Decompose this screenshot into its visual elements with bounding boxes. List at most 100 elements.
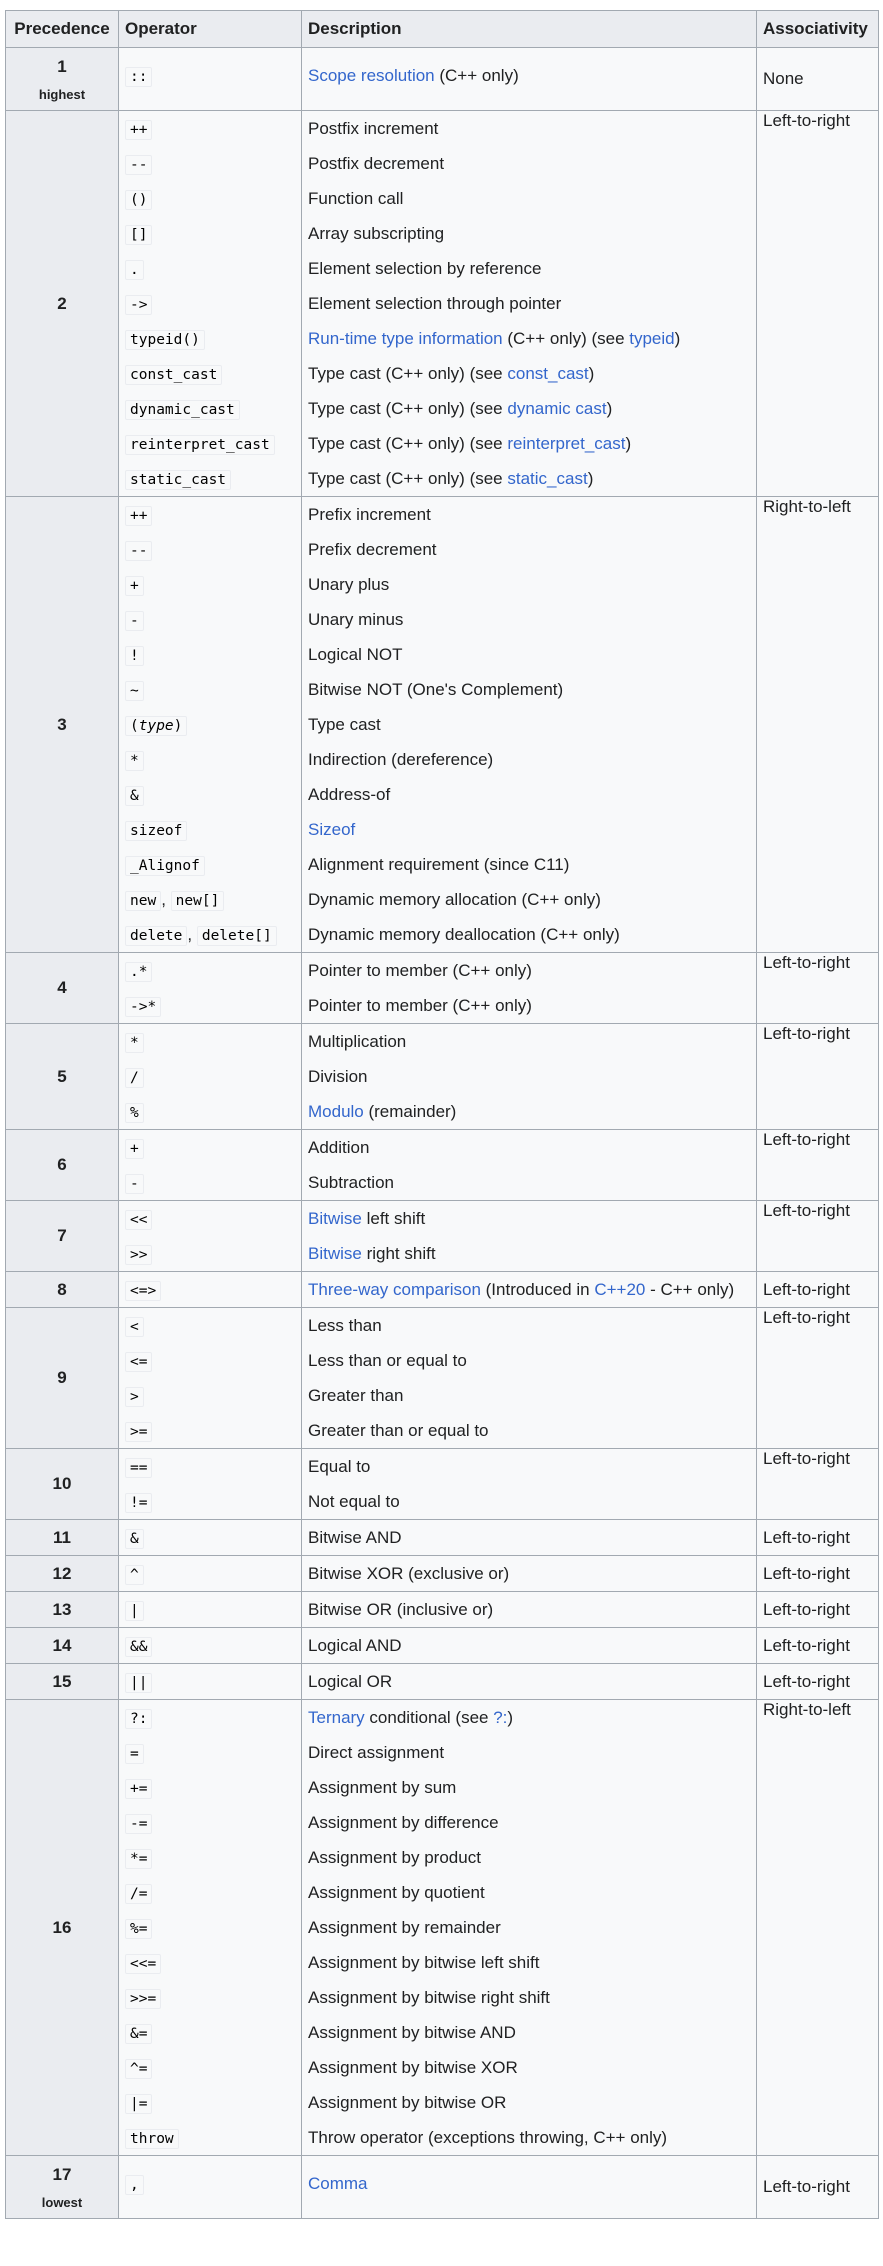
operator-code: == <box>125 1458 153 1478</box>
description-line: Dynamic memory allocation (C++ only) <box>308 890 601 909</box>
description-link[interactable]: Bitwise <box>308 1244 362 1263</box>
precedence-cell: 12 <box>5 1555 119 1592</box>
operator-line: -- <box>125 146 295 181</box>
operator-line: || <box>125 1664 295 1699</box>
description-link[interactable]: C++20 <box>594 1280 645 1299</box>
associativity-cell: Left-to-right <box>756 1023 879 1130</box>
precedence-number: 8 <box>57 1279 67 1299</box>
operator-code: (type) <box>125 716 188 736</box>
operator-code: ^= <box>125 2059 153 2079</box>
associativity-cell: Left-to-right <box>756 1129 879 1201</box>
description-link[interactable]: Modulo <box>308 1102 364 1121</box>
description-line: Three-way comparison (Introduced in C++2… <box>308 1280 735 1299</box>
associativity-cell: Right-to-left <box>756 496 879 953</box>
precedence-number: 4 <box>57 978 67 997</box>
description-line: Equal to <box>308 1457 371 1476</box>
operator-code: | <box>125 1601 144 1621</box>
description-link[interactable]: ?: <box>493 1708 507 1727</box>
operator-line: (type) <box>125 707 295 742</box>
description-line: Assignment by difference <box>308 1813 499 1832</box>
description-line: Function call <box>308 189 404 208</box>
description-link[interactable]: dynamic cast <box>507 399 606 418</box>
operator-code: typeid() <box>125 330 205 350</box>
operator-cell: , <box>118 2155 302 2219</box>
description-line: Type cast (C++ only) (see dynamic cast) <box>308 399 613 418</box>
description-link[interactable]: const_cast <box>507 364 588 383</box>
operator-cell: && <box>118 1627 302 1664</box>
operator-code: <=> <box>125 1281 162 1301</box>
description-link[interactable]: Scope resolution <box>308 66 435 85</box>
precedence-cell: 7 <box>5 1200 119 1272</box>
precedence-cell: 14 <box>5 1627 119 1664</box>
table-row: 7 << >> Bitwise left shift Bitwise right shi… <box>5 1200 879 1272</box>
description-cell: Bitwise XOR (exclusive or) <box>301 1555 757 1592</box>
description-line: Indirection (dereference) <box>308 750 494 769</box>
description-line: Less than <box>308 1316 382 1335</box>
precedence-cell: 4 <box>5 952 119 1024</box>
description-link[interactable]: Sizeof <box>308 820 355 839</box>
operator-line: , <box>125 2156 295 2212</box>
operator-line: << <box>125 1201 295 1236</box>
description-link[interactable]: typeid <box>629 329 674 348</box>
description-line: Dynamic memory deallocation (C++ only) <box>308 925 620 944</box>
operator-code: = <box>125 1744 144 1764</box>
operator-code: () <box>125 190 153 210</box>
operator-code: . <box>125 260 144 280</box>
operator-line: -= <box>125 1805 295 1840</box>
precedence-number: 5 <box>57 1066 67 1086</box>
associativity-cell: Left-to-right <box>756 1663 879 1700</box>
description-line: Assignment by bitwise XOR <box>308 2058 518 2077</box>
associativity-cell: Left-to-right <box>756 1519 879 1556</box>
operator-line: + <box>125 567 295 602</box>
description-cell: Logical AND <box>301 1627 757 1664</box>
operator-line: |= <box>125 2085 295 2120</box>
associativity-cell: Left-to-right <box>756 1271 879 1308</box>
header-associativity[interactable]: Associativity <box>756 10 879 48</box>
precedence-cell: 2 <box>5 110 119 497</box>
table-row: 12 ^ Bitwise XOR (exclusive or) Left-to-rig… <box>5 1555 879 1592</box>
precedence-cell: 5 <box>5 1023 119 1130</box>
header-precedence[interactable]: Precedence <box>5 10 119 48</box>
description-line: Throw operator (exceptions throwing, C++… <box>308 2128 668 2147</box>
precedence-number: 10 <box>52 1474 72 1493</box>
operator-line: ! <box>125 637 295 672</box>
associativity-cell: Left-to-right <box>756 1200 879 1272</box>
associativity-cell: Left-to-right <box>756 2155 879 2219</box>
precedence-note: lowest <box>41 2194 83 2210</box>
table-row: 1 highest:: Scope resolution (C++ only) Non… <box>5 47 879 111</box>
description-line: Bitwise OR (inclusive or) <box>308 1600 494 1619</box>
description-link[interactable]: reinterpret_cast <box>507 434 625 453</box>
description-line: Type cast (C++ only) (see reinterpret_ca… <box>308 434 632 453</box>
description-link[interactable]: static_cast <box>507 469 587 488</box>
description-line: Ternary conditional (see ?:) <box>308 1708 514 1727</box>
operator-code: && <box>125 1637 153 1657</box>
precedence-cell: 15 <box>5 1663 119 1700</box>
operator-code: ! <box>125 646 144 666</box>
description-cell: Equal to Not equal to <box>301 1448 757 1520</box>
operator-code: / <box>125 1068 144 1088</box>
description-link[interactable]: Three-way comparison <box>308 1280 481 1299</box>
description-link[interactable]: Run-time type information <box>308 329 503 348</box>
precedence-cell: 6 <box>5 1129 119 1201</box>
description-link[interactable]: Comma <box>308 2174 368 2193</box>
precedence-number: 3 <box>57 714 67 734</box>
operator-line: < <box>125 1308 295 1343</box>
table-row: 15 || Logical OR Left-to-right <box>5 1663 879 1700</box>
operator-code: += <box>125 1779 153 1799</box>
operator-line: >>= <box>125 1980 295 2015</box>
header-description[interactable]: Description <box>301 10 757 48</box>
precedence-number: 1 <box>57 56 67 76</box>
operator-cell: :: <box>118 47 302 111</box>
header-operator[interactable]: Operator <box>118 10 302 48</box>
operator-code: _Alignof <box>125 856 205 876</box>
precedence-cell: 3 <box>5 496 119 953</box>
description-line: Addition <box>308 1138 370 1157</box>
description-cell: Addition Subtraction <box>301 1129 757 1201</box>
description-line: Type cast (C++ only) (see static_cast) <box>308 469 594 488</box>
operator-line: != <box>125 1484 295 1519</box>
table-row: 2 ++ -- () []. -> typeid() const_cast dynamic_ca… <box>5 110 879 497</box>
description-link[interactable]: Ternary <box>308 1708 365 1727</box>
description-link[interactable]: Bitwise <box>308 1209 362 1228</box>
operator-code: != <box>125 1493 153 1513</box>
operator-code: *= <box>125 1849 153 1869</box>
